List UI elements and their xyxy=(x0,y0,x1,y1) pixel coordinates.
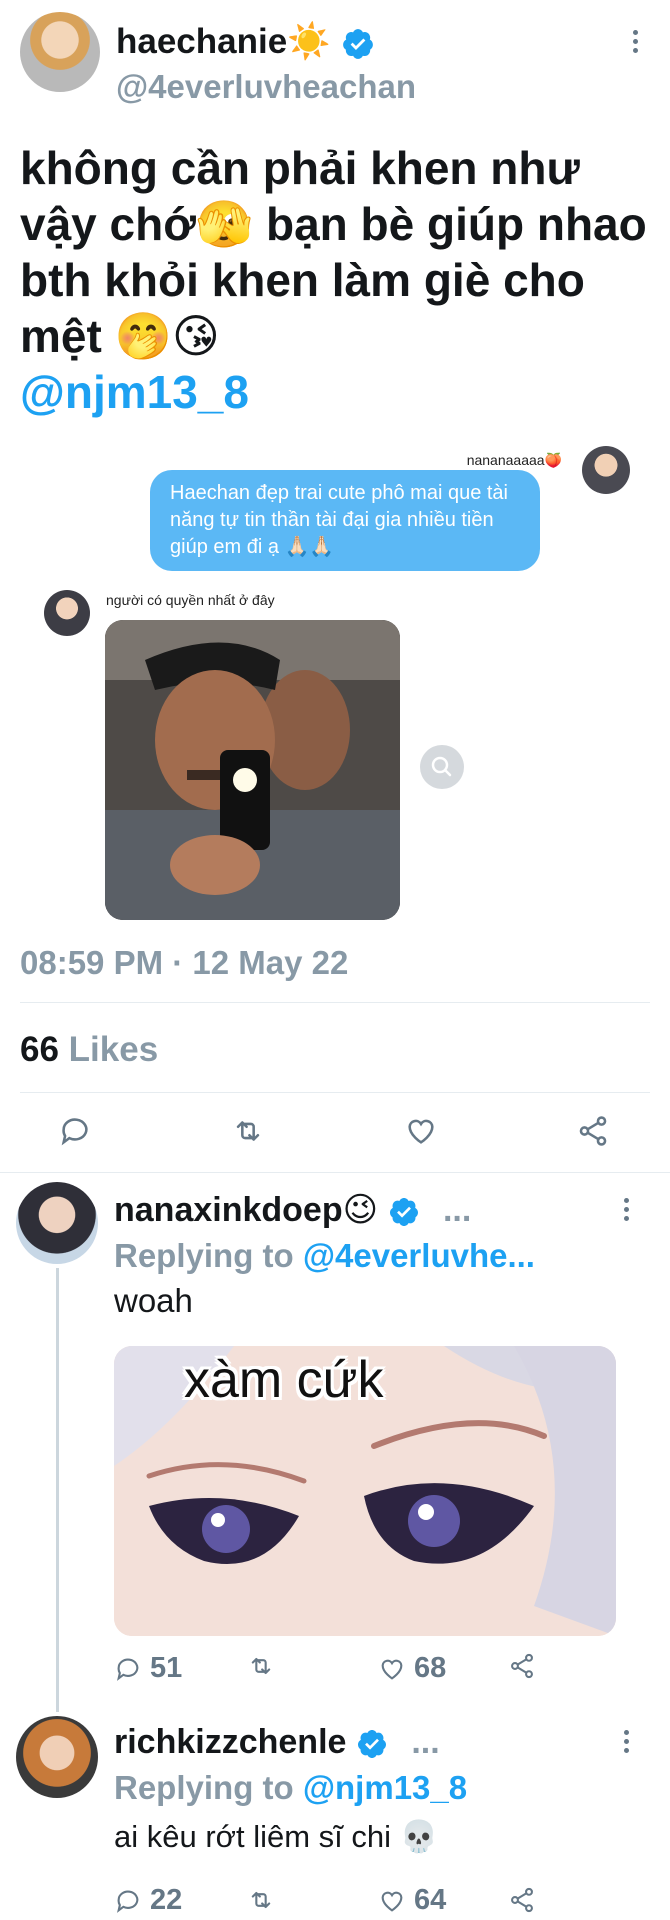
reply-display-name: richkizzchenle xyxy=(114,1723,347,1761)
reply-count: 22 xyxy=(150,1884,183,1916)
reply-name-row[interactable]: nanaxinkdoep😉 ... xyxy=(114,1190,471,1230)
likes-stat[interactable]: 66 Likes xyxy=(20,1030,158,1070)
author-avatar[interactable] xyxy=(20,12,100,92)
reply-name-row[interactable]: richkizzchenle ... xyxy=(114,1722,440,1762)
reply-icon[interactable] xyxy=(58,1114,92,1148)
verified-badge-icon xyxy=(388,1196,420,1228)
replying-to-prefix: Replying to xyxy=(114,1237,294,1274)
share-icon[interactable] xyxy=(508,1886,536,1914)
retweet-icon[interactable] xyxy=(246,1652,276,1680)
like-count: 64 xyxy=(414,1884,447,1916)
reply-handle-truncated: ... xyxy=(442,1191,472,1229)
replying-to-handle[interactable]: @4everluvhe... xyxy=(303,1237,535,1274)
meme-caption: xàm cứk xyxy=(184,1351,384,1409)
retweet-icon[interactable] xyxy=(230,1114,266,1148)
divider xyxy=(20,1002,650,1003)
reply-handle-truncated: ... xyxy=(411,1723,440,1761)
share-icon[interactable] xyxy=(508,1652,536,1680)
divider xyxy=(20,1092,650,1093)
section-divider xyxy=(0,1172,670,1173)
tweet-mention[interactable]: @njm13_8 xyxy=(20,364,650,420)
reply-text: woah xyxy=(114,1282,193,1319)
chat-bubble: Haechan đẹp trai cute phô mai que tài nă… xyxy=(150,470,540,571)
author-handle[interactable]: @4everluvheachan xyxy=(116,68,416,106)
chat-reply-name: người có quyền nhất ở đây xyxy=(106,592,275,608)
replying-to-handle[interactable]: @njm13_8 xyxy=(303,1769,467,1806)
reply-icon xyxy=(114,1655,142,1683)
author-display-name: haechanie xyxy=(116,22,288,61)
more-options-icon[interactable] xyxy=(624,1198,630,1225)
reply-avatar[interactable] xyxy=(16,1716,98,1798)
like-heart-icon[interactable] xyxy=(404,1114,438,1148)
reply-display-name: nanaxinkdoep😉 xyxy=(114,1191,379,1229)
chat-bubble-text: Haechan đẹp trai cute phô mai que tài nă… xyxy=(170,482,508,558)
like-button[interactable]: 68 xyxy=(378,1652,446,1685)
tweet-text: không cần phải khen như vậy chớ🫣 bạn bè … xyxy=(20,142,647,362)
replying-to-line: Replying to @njm13_8 xyxy=(114,1768,467,1808)
reply-icon xyxy=(114,1887,142,1915)
more-options-icon[interactable] xyxy=(624,1730,630,1757)
thread-line xyxy=(56,1268,59,1712)
tweet-text-block: không cần phải khen như vậy chớ🫣 bạn bè … xyxy=(20,140,650,420)
verified-badge-icon xyxy=(341,27,375,61)
author-name-row[interactable]: haechanie☀️ xyxy=(116,22,375,62)
verified-badge-icon xyxy=(356,1728,388,1760)
attached-screenshot[interactable]: nananaaaaa🍑 Haechan đẹp trai cute phô ma… xyxy=(20,440,650,920)
replying-to-line: Replying to @4everluvhe... xyxy=(114,1236,535,1276)
reply-meme-image[interactable]: xàm cứk xyxy=(114,1346,616,1636)
reply-button[interactable]: 22 xyxy=(114,1884,182,1917)
reply-count: 51 xyxy=(150,1652,183,1684)
share-icon[interactable] xyxy=(576,1114,610,1148)
like-button[interactable]: 64 xyxy=(378,1884,446,1917)
zoom-search-icon[interactable] xyxy=(420,745,464,789)
chat-reply-avatar xyxy=(44,590,90,636)
like-count: 68 xyxy=(414,1652,447,1684)
more-options-icon[interactable] xyxy=(633,30,639,57)
name-emoji: ☀️ xyxy=(287,22,331,61)
retweet-icon[interactable] xyxy=(246,1886,276,1914)
like-heart-icon xyxy=(378,1887,406,1915)
like-heart-icon xyxy=(378,1655,406,1683)
replying-to-prefix: Replying to xyxy=(114,1769,294,1806)
reply-button[interactable]: 51 xyxy=(114,1652,182,1685)
chat-sender-name: nananaaaaa🍑 xyxy=(466,452,562,468)
chat-sender-avatar xyxy=(582,446,630,494)
tweet-timestamp[interactable]: 08:59 PM · 12 May 22 xyxy=(20,944,348,982)
likes-label: Likes xyxy=(68,1030,159,1069)
reply-text: ai kêu rớt liêm sĩ chi 💀 xyxy=(114,1819,439,1854)
likes-count: 66 xyxy=(20,1030,59,1069)
reply-avatar[interactable] xyxy=(16,1182,98,1264)
meme-photo xyxy=(105,620,400,920)
